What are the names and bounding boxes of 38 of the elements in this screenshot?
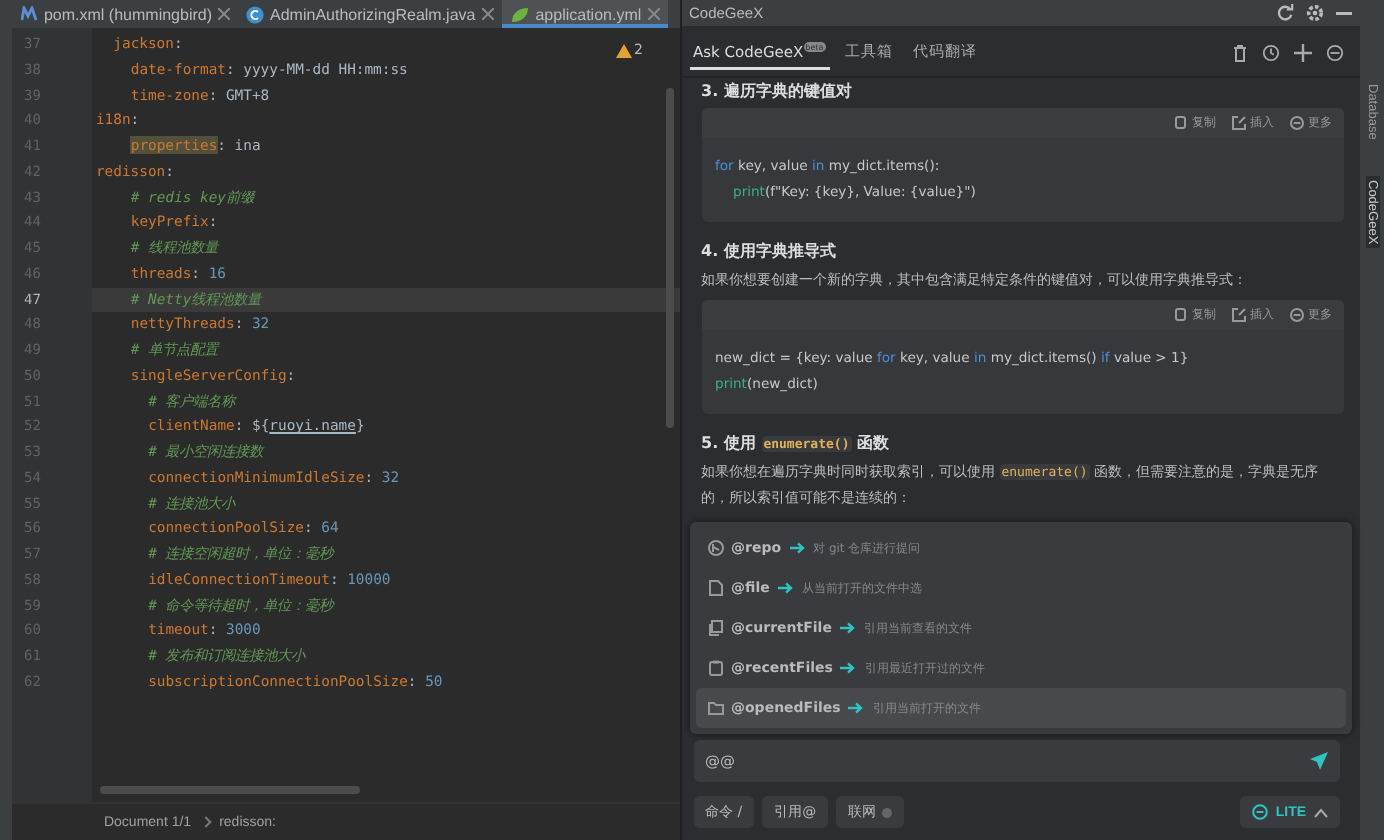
insert-icon [1232,308,1247,322]
file-tab[interactable]: AdminAuthorizingRealm.java [238,0,502,28]
scrollbar[interactable] [99,786,360,794]
file-tab[interactable]: pom.xml (hummingbird) [11,0,239,28]
close-icon[interactable] [218,8,231,20]
arrow-icon [840,662,857,674]
minimize-icon[interactable] [1336,11,1353,15]
settings-icon[interactable] [1306,4,1325,22]
git-icon [707,540,723,556]
scrollbar[interactable] [665,88,673,428]
arrow-icon [789,542,806,554]
minus-circle-icon[interactable] [1326,43,1345,61]
clipboard-icon [707,660,723,676]
close-icon[interactable] [481,8,494,20]
class-icon [246,5,265,23]
m-icon [19,6,38,22]
leaf-icon [509,5,530,23]
file-icon [707,580,723,596]
arrow-icon [848,702,865,714]
copy-icon [1174,308,1189,322]
copy-icon [1174,116,1189,130]
trash-icon[interactable] [1232,43,1249,61]
send-icon[interactable] [1310,752,1329,770]
arrow-icon [777,582,794,594]
more-icon [1290,116,1305,130]
history-icon[interactable] [1262,43,1281,61]
files-icon [707,620,723,636]
insert-icon [1232,116,1247,130]
more-icon [1290,308,1305,322]
file-tab[interactable]: application.yml [501,0,668,28]
answer-heading: 3. 遍历字典的键值对 [701,80,854,102]
plus-icon[interactable] [1294,43,1313,61]
refresh-icon[interactable] [1276,4,1295,22]
circle-minus-icon [1251,804,1268,820]
arrow-icon [839,622,856,634]
answer-heading: 4. 使用字典推导式 [701,240,838,262]
caret-icon [1314,807,1329,817]
folder-icon [707,700,723,716]
